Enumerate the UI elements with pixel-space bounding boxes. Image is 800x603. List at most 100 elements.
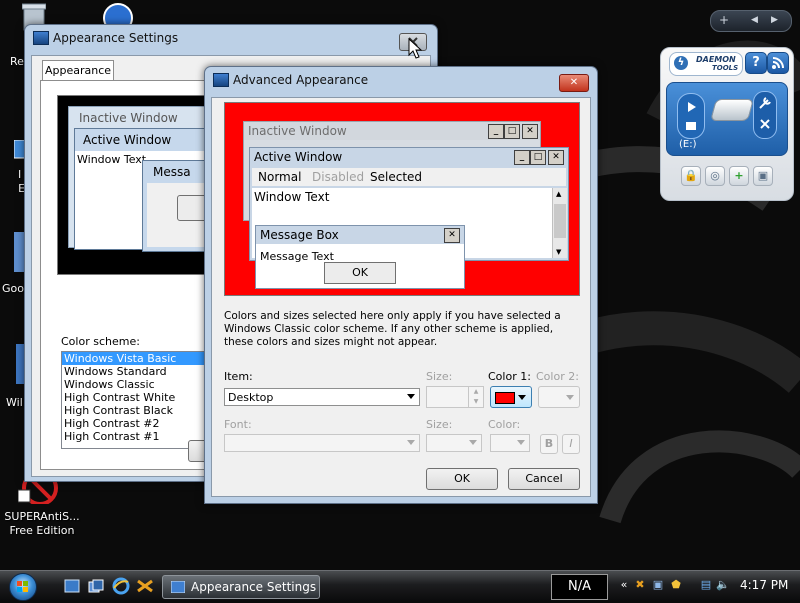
close-icon: ✕ — [569, 77, 579, 88]
system-clock[interactable]: 4:17 PM — [740, 578, 788, 592]
bold-button[interactable]: B — [540, 434, 558, 454]
close-icon: ✕ — [548, 150, 564, 165]
chevron-down-icon — [566, 395, 574, 400]
ok-button[interactable]: OK — [426, 468, 498, 490]
preview-window-text: Window Text — [77, 153, 147, 166]
scroll-thumb — [554, 204, 566, 238]
color2-label: Color 2: — [536, 370, 579, 383]
rss-icon — [772, 57, 784, 69]
close-button[interactable]: ✕ — [559, 74, 589, 92]
spin-up-icon: ▲ — [468, 387, 483, 397]
close-icon: ✕ — [522, 124, 538, 139]
internet-explorer-icon — [103, 3, 133, 26]
display-icon — [33, 31, 49, 45]
status-box: N/A — [551, 574, 608, 600]
color1-swatch — [495, 392, 515, 404]
preview-inactive-title: Inactive Window — [79, 111, 178, 125]
chevron-down-icon — [517, 440, 525, 445]
daemon-actions: 🔒 ◎ + ▣ — [679, 162, 775, 188]
device-tray-icon[interactable]: ▣ — [652, 579, 664, 591]
taskbar-button-label: Appearance Settings — [191, 580, 317, 594]
tray-expand-icon[interactable]: « — [618, 579, 630, 591]
mouse-cursor — [408, 38, 422, 59]
spin-down-icon: ▼ — [468, 397, 483, 407]
daemon-tools-gadget: ϟ DAEMON TOOLS ? (E:) 🔒 ◎ + ▣ — [660, 47, 794, 201]
preview-scrollbar: ▲ ▼ — [552, 188, 567, 258]
size-spinner[interactable]: ▲ ▼ — [426, 386, 484, 408]
preview-active-title: Active Window — [83, 133, 172, 147]
switch-windows-icon — [88, 579, 104, 593]
color-scheme-label: Color scheme: — [61, 335, 140, 348]
display-icon — [213, 73, 229, 87]
help-button[interactable]: ? — [745, 52, 767, 74]
quicklaunch-show-desktop[interactable] — [64, 579, 80, 593]
taskbar-button-appearance-settings[interactable]: Appearance Settings — [162, 575, 320, 599]
font-select[interactable] — [224, 434, 420, 452]
minimize-icon: _ — [488, 124, 504, 139]
add-drive-icon[interactable]: + — [729, 166, 749, 186]
minimize-icon: _ — [514, 150, 530, 165]
cancel-button[interactable]: Cancel — [508, 468, 580, 490]
preview-message-text: Message Text — [260, 250, 334, 263]
chevron-down-icon — [407, 394, 415, 399]
font-size-select[interactable] — [426, 434, 482, 452]
daemon-tools-logo: ϟ DAEMON TOOLS — [669, 52, 743, 76]
start-button[interactable] — [9, 573, 37, 601]
taskbar: Appearance Settings N/A « ✖ ▣ ⬟ ▤ 🔈 4:17… — [0, 570, 800, 601]
preview-ok-button: OK — [324, 262, 396, 284]
preview-menu-bar: Normal Disabled Selected — [252, 168, 566, 186]
quicklaunch-ie[interactable] — [112, 577, 130, 595]
spyware-scanner-icon — [137, 579, 153, 593]
display-icon — [171, 581, 185, 593]
advanced-client-area: Inactive Window _ □ ✕ Active Window _ □ … — [211, 97, 591, 497]
size-label: Size: — [426, 370, 453, 383]
rss-button[interactable] — [767, 52, 789, 74]
tools-button[interactable] — [753, 91, 777, 139]
network-icon[interactable]: ▤ — [700, 579, 712, 591]
lock-icon[interactable]: 🔒 — [681, 166, 701, 186]
add-gadget-button[interactable]: + — [719, 13, 729, 27]
advanced-appearance-window: Advanced Appearance ✕ Inactive Window _ … — [204, 66, 598, 504]
previous-gadgets-button[interactable]: ◀ — [751, 15, 758, 25]
advanced-preview[interactable]: Inactive Window _ □ ✕ Active Window _ □ … — [224, 102, 580, 296]
windows-logo-icon — [17, 581, 28, 592]
disc-icon[interactable]: ◎ — [705, 166, 725, 186]
security-shield-icon[interactable]: ⬟ — [670, 579, 682, 591]
menu-selected: Selected — [370, 170, 423, 184]
font-size-label: Size: — [426, 418, 453, 431]
internet-explorer-icon — [112, 577, 130, 595]
unmount-icon[interactable]: ▣ — [753, 166, 773, 186]
virtual-drive-icon — [710, 99, 754, 121]
menu-normal: Normal — [258, 170, 302, 184]
item-label: Item: — [224, 370, 253, 383]
color2-button[interactable] — [538, 386, 580, 408]
volume-muted-icon[interactable]: 🔈 — [716, 579, 730, 591]
tab-appearance[interactable]: Appearance — [42, 60, 114, 81]
virtual-drive-panel: (E:) — [666, 82, 788, 156]
desktop-icon-label: Re — [10, 55, 24, 68]
advanced-info-text: Colors and sizes selected here only appl… — [224, 310, 561, 348]
sidebar-controls: + ◀ ▶ — [710, 10, 792, 32]
color1-button[interactable] — [490, 386, 532, 408]
lightning-icon: ϟ — [674, 56, 688, 70]
scroll-up-icon: ▲ — [556, 190, 562, 198]
mount-button[interactable] — [677, 93, 705, 139]
drive-label: (E:) — [679, 139, 697, 150]
preview-message-title: Message Box — [256, 226, 464, 244]
preview-window-text: Window Text — [254, 190, 330, 204]
quicklaunch-switch-windows[interactable] — [88, 579, 104, 593]
quicklaunch-app[interactable] — [136, 577, 154, 595]
italic-button[interactable]: I — [562, 434, 580, 454]
next-gadgets-button[interactable]: ▶ — [771, 15, 778, 25]
chevron-down-icon — [518, 395, 526, 400]
desktop-icon-label: SUPERAntiS... Free Edition — [4, 510, 80, 537]
menu-disabled: Disabled — [312, 170, 365, 184]
item-select[interactable]: Desktop — [224, 388, 420, 406]
color1-label: Color 1: — [488, 370, 531, 383]
spyware-tray-icon[interactable]: ✖ — [634, 579, 646, 591]
maximize-icon: □ — [504, 124, 520, 139]
chevron-down-icon — [407, 440, 415, 445]
font-color-select[interactable] — [490, 434, 530, 452]
preview-message-box: Message Box ✕ Message Text OK — [255, 225, 465, 289]
item-select-value: Desktop — [228, 391, 274, 404]
